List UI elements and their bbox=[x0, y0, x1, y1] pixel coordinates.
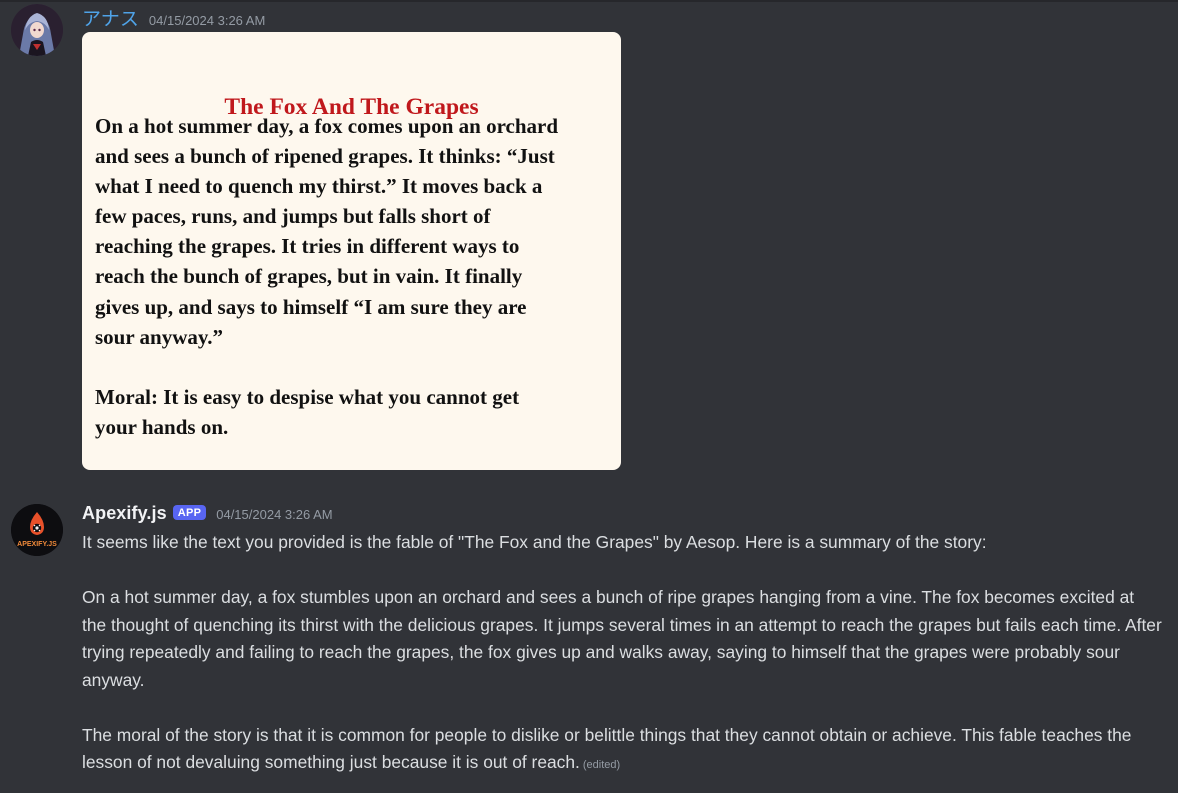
fable-line: reaching the grapes. It tries in differe… bbox=[95, 234, 520, 259]
avatar-text: APEXIFY.JS bbox=[17, 541, 57, 548]
fable-line: On a hot summer day, a fox comes upon an… bbox=[95, 114, 559, 138]
message-content: It seems like the text you provided is t… bbox=[82, 529, 1162, 780]
user-avatar[interactable] bbox=[11, 4, 63, 56]
message: アナス 04/15/2024 3:26 AM The Fox And The G… bbox=[0, 0, 1178, 480]
fable-line: sour anyway.” bbox=[95, 324, 223, 349]
message: APEXIFY.JS Apexify.js APP 04/15/2024 3:2… bbox=[0, 495, 1178, 793]
moral-line: Moral: It is easy to despise what you ca… bbox=[95, 385, 520, 409]
username[interactable]: アナス bbox=[82, 4, 139, 31]
bot-avatar[interactable]: APEXIFY.JS bbox=[11, 504, 63, 556]
fable-line: few paces, runs, and jumps but falls sho… bbox=[95, 204, 491, 229]
moral-line: your hands on. bbox=[95, 415, 229, 440]
fable-body: On a hot summer day, a fox comes upon an… bbox=[95, 111, 615, 352]
timestamp[interactable]: 04/15/2024 3:26 AM bbox=[216, 507, 332, 522]
fable-line: and sees a bunch of ripened grapes. It t… bbox=[95, 144, 555, 169]
fable-moral: Moral: It is easy to despise what you ca… bbox=[95, 382, 615, 442]
anime-character-avatar-icon bbox=[11, 4, 63, 56]
chat-view: アナス 04/15/2024 3:26 AM The Fox And The G… bbox=[0, 0, 1178, 793]
image-attachment[interactable]: The Fox And The Grapes On a hot summer d… bbox=[82, 32, 621, 470]
fable-line: reach the bunch of grapes, but in vain. … bbox=[95, 264, 523, 289]
apexify-flame-logo-icon: APEXIFY.JS bbox=[11, 504, 63, 556]
message-header: Apexify.js APP 04/15/2024 3:26 AM bbox=[82, 503, 333, 524]
fable-line: gives up, and says to himself “I am sure… bbox=[95, 294, 527, 319]
app-badge: APP bbox=[172, 505, 207, 520]
fable-line: what I need to quench my thirst.” It mov… bbox=[95, 174, 543, 199]
username[interactable]: Apexify.js bbox=[82, 503, 167, 524]
timestamp[interactable]: 04/15/2024 3:26 AM bbox=[149, 13, 265, 28]
message-paragraph: The moral of the story is that it is com… bbox=[82, 722, 1162, 780]
message-paragraph: It seems like the text you provided is t… bbox=[82, 532, 987, 552]
edited-label: (edited) bbox=[582, 759, 621, 771]
message-header: アナス 04/15/2024 3:26 AM bbox=[82, 4, 265, 31]
message-paragraph: On a hot summer day, a fox stumbles upon… bbox=[82, 587, 1162, 690]
